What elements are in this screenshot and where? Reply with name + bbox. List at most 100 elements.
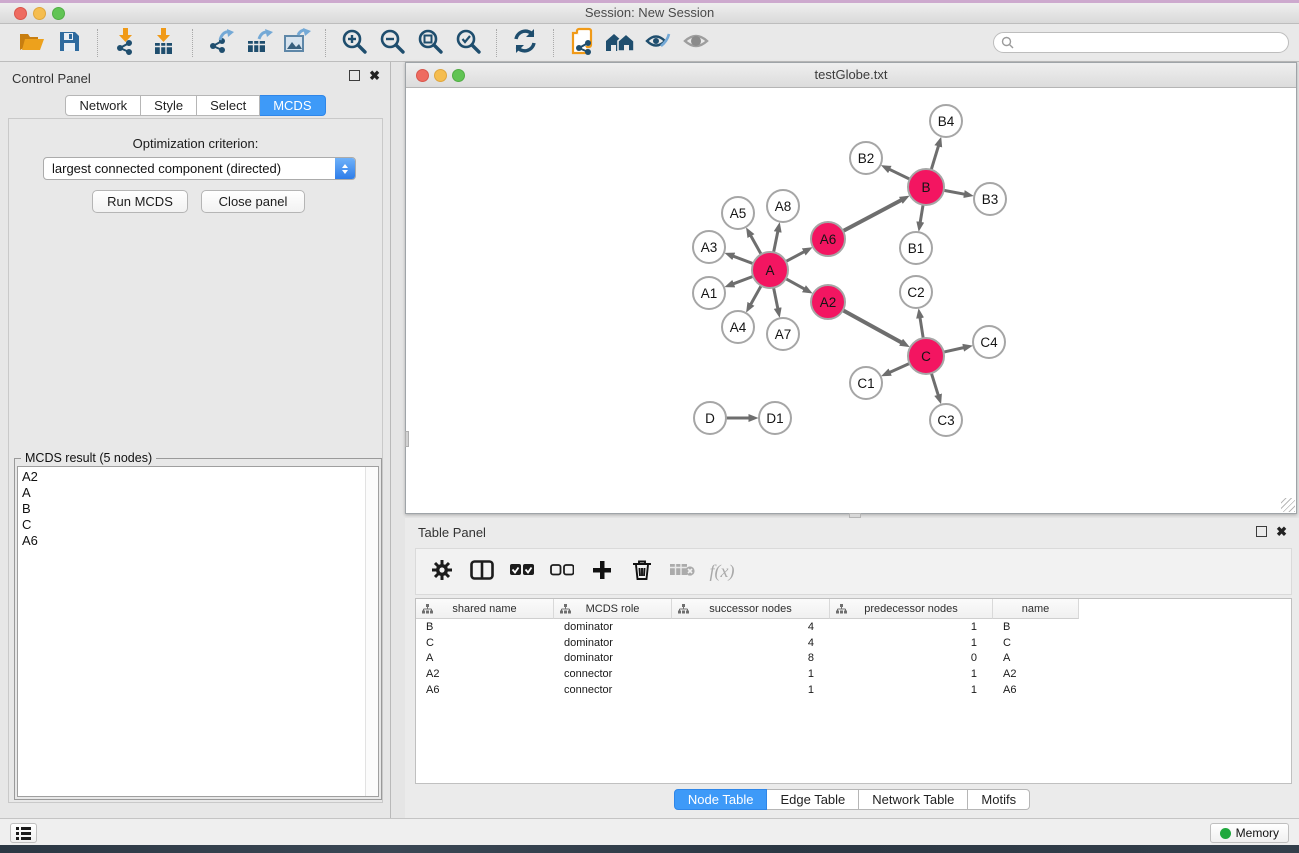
column-header-name[interactable]: name: [993, 599, 1079, 619]
edge-A-A4[interactable]: [751, 285, 762, 305]
graph-node-B[interactable]: B: [908, 169, 944, 205]
table-row[interactable]: Bdominator41B: [416, 619, 1291, 635]
network-zoom-traffic-light[interactable]: [452, 69, 465, 82]
graph-node-D[interactable]: D: [694, 402, 726, 434]
export-network-button[interactable]: [202, 27, 240, 59]
close-panel-icon[interactable]: ✖: [369, 70, 380, 81]
edge-C-C2[interactable]: [920, 318, 923, 340]
tab-mcds[interactable]: MCDS: [260, 95, 325, 116]
mcds-result-item[interactable]: A: [22, 485, 365, 501]
tab-network[interactable]: Network: [65, 95, 141, 116]
zoom-fit-button[interactable]: [411, 27, 449, 59]
graph-node-B2[interactable]: B2: [850, 142, 882, 174]
edge-B-B3[interactable]: [943, 190, 965, 194]
zoom-traffic-light[interactable]: [52, 7, 65, 20]
mcds-result-scrollbar[interactable]: [365, 467, 378, 796]
graph-node-A3[interactable]: A3: [693, 231, 725, 263]
graph-node-A1[interactable]: A1: [693, 277, 725, 309]
table-row[interactable]: A6connector11A6: [416, 682, 1291, 698]
table-cell[interactable]: C: [416, 637, 554, 649]
table-cell[interactable]: 1: [672, 668, 830, 680]
edge-B-B4[interactable]: [931, 146, 939, 171]
table-cell[interactable]: A: [993, 652, 1079, 664]
table-cell[interactable]: 4: [672, 637, 830, 649]
edge-A-A5[interactable]: [751, 236, 762, 256]
task-history-button[interactable]: [10, 823, 37, 843]
table-row[interactable]: Adominator80A: [416, 650, 1291, 666]
graph-node-A[interactable]: A: [752, 252, 788, 288]
network-window-titlebar[interactable]: testGlobe.txt: [406, 63, 1296, 88]
graph-node-A7[interactable]: A7: [767, 318, 799, 350]
table-split-button[interactable]: [464, 556, 500, 588]
table-cell[interactable]: A: [416, 652, 554, 664]
graph-node-A5[interactable]: A5: [722, 197, 754, 229]
network-canvas[interactable]: B4B2BB3B1A5A8A6A3AA1A4A7A2C2CC4C1C3DD1: [406, 88, 1296, 513]
table-cell[interactable]: B: [416, 621, 554, 633]
tab-network-table[interactable]: Network Table: [859, 789, 968, 810]
table-cell[interactable]: 1: [830, 621, 993, 633]
table-cell[interactable]: connector: [554, 668, 672, 680]
edge-A-A6[interactable]: [785, 252, 804, 262]
mcds-result-item[interactable]: A6: [22, 533, 365, 549]
graph-node-C4[interactable]: C4: [973, 326, 1005, 358]
export-image-button[interactable]: [278, 27, 316, 59]
import-table-button[interactable]: [145, 27, 183, 59]
delete-table-button[interactable]: [664, 556, 700, 588]
table-cell[interactable]: 4: [672, 621, 830, 633]
edge-A-A3[interactable]: [733, 256, 754, 264]
column-header-successor-nodes[interactable]: successor nodes: [672, 599, 830, 619]
table-row[interactable]: A2connector11A2: [416, 666, 1291, 682]
unselect-all-button[interactable]: [544, 556, 580, 588]
edge-B-B2[interactable]: [889, 169, 910, 179]
edge-C-C4[interactable]: [943, 348, 964, 353]
tab-style[interactable]: Style: [141, 95, 197, 116]
table-cell[interactable]: C: [993, 637, 1079, 649]
run-mcds-button[interactable]: Run MCDS: [92, 190, 188, 213]
graph-node-B4[interactable]: B4: [930, 105, 962, 137]
table-cell[interactable]: connector: [554, 684, 672, 696]
export-table-button[interactable]: [240, 27, 278, 59]
table-cell[interactable]: 1: [830, 637, 993, 649]
column-header-MCDS-role[interactable]: MCDS role: [554, 599, 672, 619]
table-cell[interactable]: A6: [993, 684, 1079, 696]
column-header-predecessor-nodes[interactable]: predecessor nodes: [830, 599, 993, 619]
refresh-button[interactable]: [506, 27, 544, 59]
home-button[interactable]: [601, 27, 639, 59]
close-panel-button[interactable]: Close panel: [201, 190, 305, 213]
table-cell[interactable]: dominator: [554, 621, 672, 633]
mcds-result-item[interactable]: A2: [22, 469, 365, 485]
edge-A-A2[interactable]: [785, 278, 804, 289]
graph-node-A8[interactable]: A8: [767, 190, 799, 222]
network-minimize-traffic-light[interactable]: [434, 69, 447, 82]
delete-column-button[interactable]: [624, 556, 660, 588]
edge-A-A8[interactable]: [773, 231, 777, 253]
edge-A6-B[interactable]: [842, 200, 901, 231]
minimize-traffic-light[interactable]: [33, 7, 46, 20]
graph-node-B1[interactable]: B1: [900, 232, 932, 264]
zoom-selected-button[interactable]: [449, 27, 487, 59]
graph-node-D1[interactable]: D1: [759, 402, 791, 434]
float-panel-icon[interactable]: [349, 70, 360, 81]
import-network-button[interactable]: [107, 27, 145, 59]
network-from-selection-button[interactable]: [563, 27, 601, 59]
edge-B-B1[interactable]: [920, 204, 923, 223]
edge-A2-C[interactable]: [842, 310, 901, 343]
graph-node-C1[interactable]: C1: [850, 367, 882, 399]
graph-node-B3[interactable]: B3: [974, 183, 1006, 215]
graph-node-C2[interactable]: C2: [900, 276, 932, 308]
graph-node-C3[interactable]: C3: [930, 404, 962, 436]
select-all-button[interactable]: [504, 556, 540, 588]
table-row[interactable]: Cdominator41C: [416, 635, 1291, 651]
open-session-button[interactable]: [12, 27, 50, 59]
add-column-button[interactable]: [584, 556, 620, 588]
show-graphics-details-button[interactable]: [677, 27, 715, 59]
table-cell[interactable]: dominator: [554, 652, 672, 664]
column-header-shared-name[interactable]: shared name: [416, 599, 554, 619]
mcds-result-item[interactable]: C: [22, 517, 365, 533]
table-cell[interactable]: A2: [993, 668, 1079, 680]
close-traffic-light[interactable]: [14, 7, 27, 20]
table-cell[interactable]: A6: [416, 684, 554, 696]
function-builder-button[interactable]: f(x): [704, 556, 740, 588]
tab-motifs[interactable]: Motifs: [968, 789, 1030, 810]
window-resize-grip[interactable]: [1281, 498, 1295, 512]
